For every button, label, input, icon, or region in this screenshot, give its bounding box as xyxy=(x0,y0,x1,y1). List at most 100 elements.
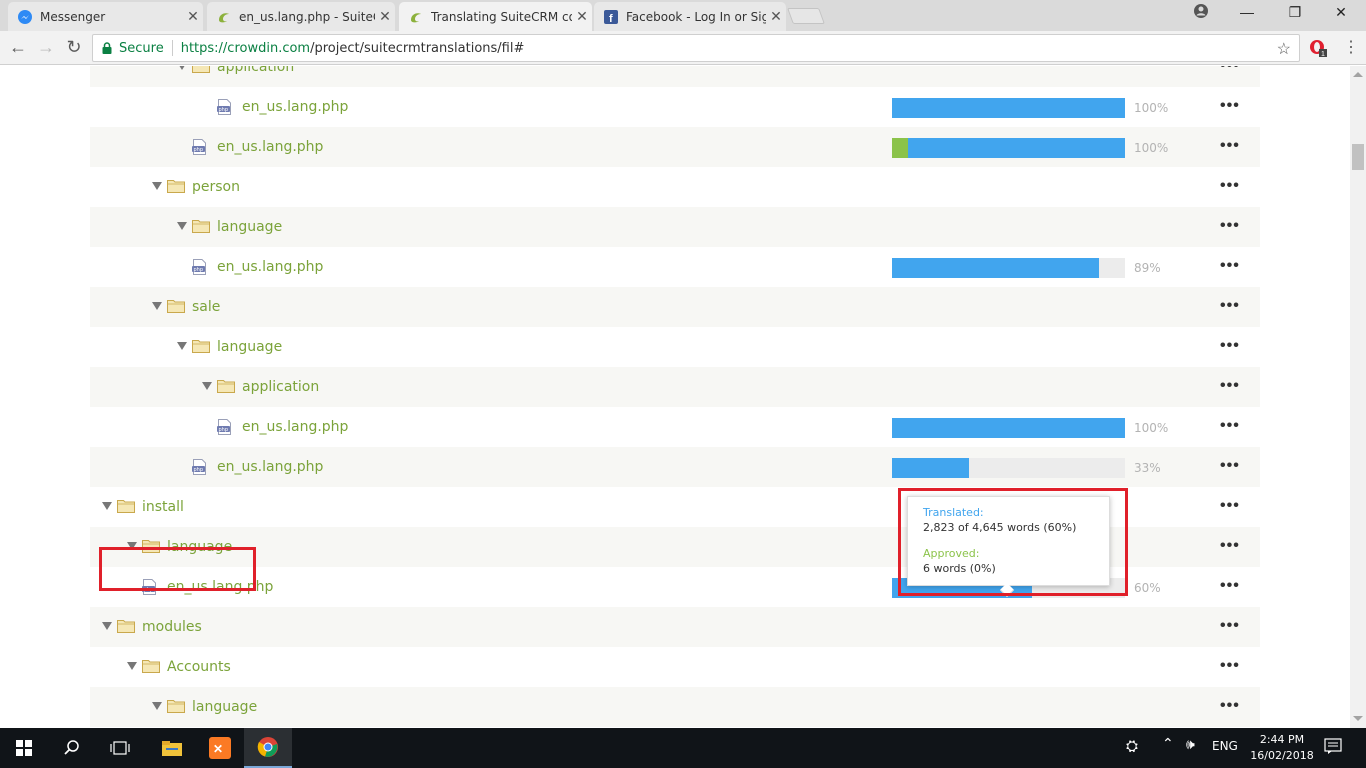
reload-icon[interactable]: ↻ xyxy=(63,37,85,57)
menu-kebab-icon[interactable]: ⋮ xyxy=(1343,37,1359,57)
tree-file-row[interactable]: php en_us.lang.php 89% ••• xyxy=(90,247,1260,287)
tree-folder-row[interactable]: language ••• xyxy=(90,687,1260,727)
page-scrollbar[interactable] xyxy=(1350,66,1366,728)
new-tab-button[interactable] xyxy=(787,8,825,24)
scroll-up-arrow[interactable] xyxy=(1353,72,1363,77)
expand-caret-icon[interactable] xyxy=(152,182,162,190)
show-hidden-icons-chevron[interactable]: ⌃ xyxy=(1162,736,1174,752)
minimize-button[interactable]: — xyxy=(1224,4,1270,20)
tree-folder-row[interactable]: application ••• xyxy=(90,66,1260,87)
tree-file-row[interactable]: php en_us.lang.php 100% ••• xyxy=(90,87,1260,127)
scroll-down-arrow[interactable] xyxy=(1353,716,1363,721)
xampp-icon[interactable]: ✕ xyxy=(196,728,244,768)
bookmark-star-icon[interactable]: ☆ xyxy=(1277,39,1291,59)
row-menu-icon[interactable]: ••• xyxy=(1220,657,1240,675)
folder-name[interactable]: application xyxy=(217,66,294,75)
translation-progress-bar[interactable] xyxy=(892,98,1125,118)
folder-name[interactable]: application xyxy=(242,379,319,395)
expand-caret-icon[interactable] xyxy=(152,702,162,710)
tab-messenger[interactable]: Messenger ✕ xyxy=(8,2,203,31)
row-menu-icon[interactable]: ••• xyxy=(1220,697,1240,715)
row-menu-icon[interactable]: ••• xyxy=(1220,337,1240,355)
tree-file-row[interactable]: php en_us.lang.php 100% ••• xyxy=(90,127,1260,167)
file-name[interactable]: en_us.lang.php xyxy=(242,419,348,435)
scrollbar-thumb[interactable] xyxy=(1352,144,1364,170)
language-indicator[interactable]: ENG xyxy=(1212,739,1238,753)
expand-caret-icon[interactable] xyxy=(127,662,137,670)
expand-caret-icon[interactable] xyxy=(152,302,162,310)
volume-icon[interactable]: 🕪 xyxy=(1186,737,1195,753)
expand-caret-icon[interactable] xyxy=(177,342,187,350)
expand-caret-icon[interactable] xyxy=(102,622,112,630)
folder-name[interactable]: language xyxy=(192,699,257,715)
file-name[interactable]: en_us.lang.php xyxy=(242,99,348,115)
expand-caret-icon[interactable] xyxy=(177,222,187,230)
tree-folder-row[interactable]: modules ••• xyxy=(90,607,1260,647)
folder-name[interactable]: person xyxy=(192,179,240,195)
close-tab-icon[interactable]: ✕ xyxy=(766,8,786,25)
file-name[interactable]: en_us.lang.php xyxy=(217,139,323,155)
close-window-button[interactable]: ✕ xyxy=(1318,4,1364,21)
row-menu-icon[interactable]: ••• xyxy=(1220,617,1240,635)
php-file-icon: php xyxy=(192,259,206,275)
row-menu-icon[interactable]: ••• xyxy=(1220,97,1240,115)
forward-icon[interactable]: → xyxy=(35,37,57,57)
tab-translating-suitecrm[interactable]: Translating SuiteCRM co ✕ xyxy=(399,2,592,31)
translation-progress-bar[interactable] xyxy=(892,138,1125,158)
row-menu-icon[interactable]: ••• xyxy=(1220,497,1240,515)
opera-extension-icon[interactable]: 1 xyxy=(1309,39,1327,62)
tree-file-row[interactable]: php en_us.lang.php 100% ••• xyxy=(90,407,1260,447)
tree-folder-row[interactable]: sale ••• xyxy=(90,287,1260,327)
close-tab-icon[interactable]: ✕ xyxy=(375,8,395,25)
notifications-icon[interactable] xyxy=(1324,738,1342,757)
progress-percent: 60% xyxy=(1134,581,1161,595)
search-icon[interactable] xyxy=(48,728,96,768)
row-menu-icon[interactable]: ••• xyxy=(1220,177,1240,195)
expand-caret-icon[interactable] xyxy=(202,382,212,390)
windows-start-icon[interactable] xyxy=(0,728,48,768)
file-name[interactable]: en_us.lang.php xyxy=(217,259,323,275)
expand-caret-icon[interactable] xyxy=(177,66,187,70)
tab-facebook[interactable]: f Facebook - Log In or Sign ✕ xyxy=(594,2,786,31)
tree-folder-row[interactable]: language ••• xyxy=(90,327,1260,367)
tree-folder-row[interactable]: language ••• xyxy=(90,207,1260,247)
tree-file-row[interactable]: php en_us.lang.php 33% ••• xyxy=(90,447,1260,487)
folder-name[interactable]: modules xyxy=(142,619,202,635)
row-menu-icon[interactable]: ••• xyxy=(1220,417,1240,435)
row-menu-icon[interactable]: ••• xyxy=(1220,297,1240,315)
folder-name[interactable]: language xyxy=(217,219,282,235)
people-icon[interactable]: ⛭ xyxy=(1126,737,1138,755)
close-tab-icon[interactable]: ✕ xyxy=(183,8,203,25)
translation-progress-bar[interactable] xyxy=(892,458,1125,478)
row-menu-icon[interactable]: ••• xyxy=(1220,577,1240,595)
row-menu-icon[interactable]: ••• xyxy=(1220,537,1240,555)
address-bar[interactable]: Secure https://crowdin.com/project/suite… xyxy=(92,34,1300,62)
row-menu-icon[interactable]: ••• xyxy=(1220,217,1240,235)
expand-caret-icon[interactable] xyxy=(102,502,112,510)
folder-name[interactable]: Accounts xyxy=(167,659,231,675)
folder-name[interactable]: language xyxy=(217,339,282,355)
row-menu-icon[interactable]: ••• xyxy=(1220,257,1240,275)
tab-en-us-lang[interactable]: en_us.lang.php - SuiteCRM ✕ xyxy=(207,2,395,31)
close-tab-icon[interactable]: ✕ xyxy=(572,8,592,25)
back-icon[interactable]: ← xyxy=(7,37,29,57)
chrome-taskbar-icon[interactable] xyxy=(244,728,292,768)
row-menu-icon[interactable]: ••• xyxy=(1220,137,1240,155)
tree-folder-row[interactable]: Accounts ••• xyxy=(90,647,1260,687)
translation-progress-bar[interactable] xyxy=(892,258,1125,278)
folder-name[interactable]: install xyxy=(142,499,184,515)
progress-percent: 100% xyxy=(1134,141,1169,155)
row-menu-icon[interactable]: ••• xyxy=(1220,377,1240,395)
system-clock[interactable]: 2:44 PM 16/02/2018 xyxy=(1244,732,1320,764)
row-menu-icon[interactable]: ••• xyxy=(1220,66,1240,75)
file-explorer-icon[interactable] xyxy=(148,728,196,768)
row-menu-icon[interactable]: ••• xyxy=(1220,457,1240,475)
file-name[interactable]: en_us.lang.php xyxy=(217,459,323,475)
translation-progress-bar[interactable] xyxy=(892,418,1125,438)
tree-folder-row[interactable]: application ••• xyxy=(90,367,1260,407)
profile-icon[interactable] xyxy=(1178,4,1224,21)
task-view-icon[interactable] xyxy=(96,728,144,768)
tree-folder-row[interactable]: person ••• xyxy=(90,167,1260,207)
maximize-button[interactable]: ❐ xyxy=(1272,4,1318,21)
folder-name[interactable]: sale xyxy=(192,299,220,315)
